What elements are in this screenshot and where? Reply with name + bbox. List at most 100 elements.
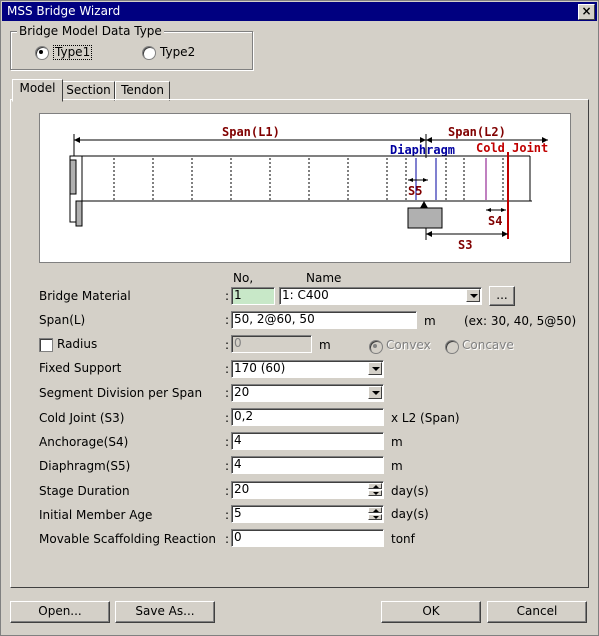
member-age-unit: day(s) [391, 507, 429, 521]
tab-model[interactable]: Model [12, 79, 63, 102]
tab-tendon-label: Tendon [121, 83, 164, 97]
tab-model-label: Model [19, 81, 56, 95]
segdiv-select[interactable]: 20 [231, 384, 384, 402]
colon: : [225, 289, 230, 303]
radius-unit: m [319, 338, 331, 352]
type2-radio[interactable] [142, 46, 156, 60]
material-name-select[interactable]: 1: C400 [279, 287, 482, 305]
spinner-arrows-icon[interactable] [368, 483, 382, 496]
stage-duration-unit: day(s) [391, 484, 429, 498]
spinner-arrows-icon[interactable] [368, 507, 382, 520]
material-name-value: 1: C400 [282, 288, 329, 302]
convex-radio[interactable] [369, 340, 383, 354]
close-button[interactable]: × [578, 4, 595, 20]
col-name-header: Name [306, 271, 342, 285]
fixed-support-value: 170 (60) [234, 361, 286, 375]
segdiv-value: 20 [234, 385, 250, 399]
arrowhead [426, 231, 432, 237]
ok-button[interactable]: OK [381, 601, 481, 623]
cold-joint-input[interactable]: 0,2 [231, 408, 384, 426]
colon: : [225, 362, 230, 376]
window-title: MSS Bridge Wizard [7, 4, 121, 18]
colon: : [225, 386, 230, 400]
segdiv-label: Segment Division per Span [39, 386, 203, 400]
colon: : [225, 532, 230, 546]
msr-unit: tonf [391, 532, 415, 546]
bridge-diagram-svg: Span(L1) Span(L2) Diaphragm Cold Joint S… [69, 125, 548, 252]
cold-joint-label: Cold Joint [476, 141, 548, 155]
bridge-diagram: Span(L1) Span(L2) Diaphragm Cold Joint S… [39, 113, 571, 263]
abutment-wall [69, 159, 77, 195]
chevron-down-icon[interactable] [466, 289, 480, 302]
colon: : [225, 459, 230, 473]
concave-label[interactable]: Concave [462, 338, 514, 352]
stage-duration-label: Stage Duration [39, 484, 130, 498]
concave-radio[interactable] [445, 340, 459, 354]
span-example: (ex: 30, 40, 5@50) [464, 314, 577, 328]
member-age-value: 5 [234, 506, 242, 520]
anchorage-label: Anchorage(S4) [39, 435, 129, 449]
anchorage-unit: m [391, 435, 403, 449]
radius-checkbox[interactable] [39, 338, 53, 352]
colon: : [225, 338, 230, 352]
msr-label: Movable Scaffolding Reaction [39, 532, 216, 546]
colon: : [225, 411, 230, 425]
arrowhead [501, 208, 506, 212]
tab-section-label: Section [66, 83, 111, 97]
bearing [420, 201, 428, 208]
member-age-spinner[interactable]: 5 [231, 505, 384, 523]
diaphragm-unit: m [391, 459, 403, 473]
chevron-down-icon[interactable] [368, 362, 382, 375]
type1-radio[interactable] [35, 46, 49, 60]
pier [407, 207, 443, 229]
span-label: Span(L) [39, 313, 86, 327]
segment-lines [113, 158, 504, 200]
s5-label: S5 [408, 184, 422, 198]
colon: : [225, 508, 230, 522]
cold-joint-field-label: Cold Joint (S3) [39, 411, 125, 425]
span-l1-label: Span(L1) [222, 125, 280, 139]
anchorage-input[interactable]: 4 [231, 432, 384, 450]
type2-label[interactable]: Type2 [160, 45, 195, 59]
tab-tendon[interactable]: Tendon [115, 81, 170, 101]
arrowhead [423, 178, 428, 182]
type1-label[interactable]: Type1 [53, 45, 93, 60]
arrowhead [408, 178, 413, 182]
span-l2-label: Span(L2) [448, 125, 506, 139]
material-browse-button[interactable]: ... [489, 286, 515, 306]
col-no-header: No, [233, 271, 254, 285]
arrowhead [74, 137, 80, 143]
span-unit: m [424, 314, 436, 328]
stage-duration-spinner[interactable]: 20 [231, 481, 384, 499]
s3-label: S3 [458, 238, 472, 252]
save-as-button[interactable]: Save As... [115, 601, 215, 623]
open-button[interactable]: Open... [10, 601, 110, 623]
s4-label: S4 [488, 214, 502, 228]
abutment-base [75, 200, 83, 227]
diaphragm-label: Diaphragm [390, 143, 455, 157]
dialog-window: MSS Bridge Wizard × Bridge Model Data Ty… [0, 0, 599, 636]
cold-joint-unit: x L2 (Span) [391, 411, 460, 425]
fixed-support-select[interactable]: 170 (60) [231, 360, 384, 378]
radius-input[interactable]: 0 [231, 335, 312, 353]
title-bar[interactable]: MSS Bridge Wizard × [2, 2, 597, 21]
datatype-legend: Bridge Model Data Type [17, 24, 164, 38]
material-no-field[interactable]: 1 [231, 287, 275, 305]
fixed-support-label: Fixed Support [39, 361, 122, 375]
msr-input[interactable]: 0 [231, 529, 384, 547]
convex-label[interactable]: Convex [386, 338, 431, 352]
span-input[interactable]: 50, 2@60, 50 [231, 311, 417, 329]
colon: : [225, 484, 230, 498]
cancel-button[interactable]: Cancel [487, 601, 587, 623]
colon: : [225, 313, 230, 327]
material-label: Bridge Material [39, 289, 131, 303]
diaphragm-input[interactable]: 4 [231, 456, 384, 474]
radius-label[interactable]: Radius [57, 337, 97, 351]
member-age-label: Initial Member Age [39, 508, 153, 522]
chevron-down-icon[interactable] [368, 386, 382, 399]
diaphragm-field-label: Diaphragm(S5) [39, 459, 131, 473]
tab-section[interactable]: Section [62, 81, 115, 101]
arrowhead [486, 208, 491, 212]
stage-duration-value: 20 [234, 482, 250, 496]
colon: : [225, 435, 230, 449]
